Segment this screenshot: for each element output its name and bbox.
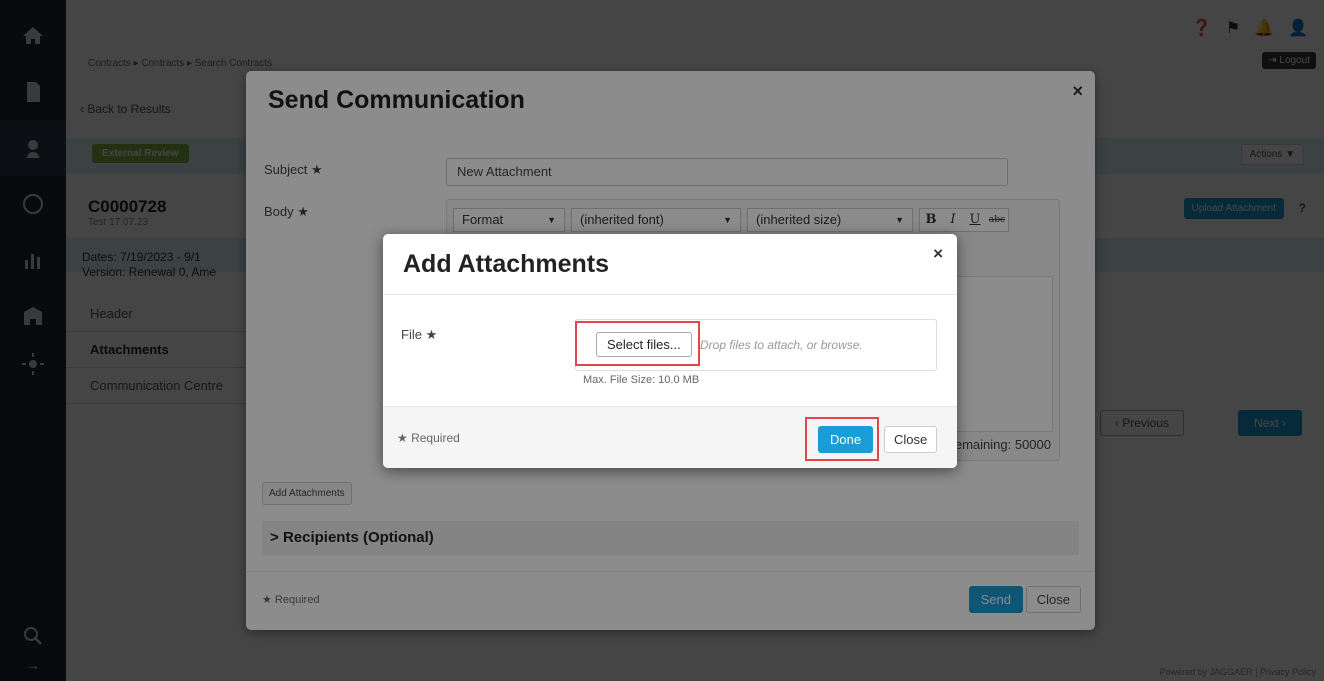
drop-hint: Drop files to attach, or browse. <box>700 338 863 352</box>
add-attachments-modal: Add Attachments × File ★ Select files...… <box>383 234 957 468</box>
divider <box>383 294 957 295</box>
required-star-icon: ★ <box>425 327 438 342</box>
attach-modal-title: Add Attachments <box>403 250 610 278</box>
attach-modal-close-icon[interactable]: × <box>933 244 943 264</box>
attach-modal-footer: ★ Required Done Close <box>383 406 957 468</box>
attach-close-button[interactable]: Close <box>884 426 938 453</box>
highlight-box <box>575 321 700 366</box>
required-note: ★ Required <box>397 431 460 445</box>
required-star-icon: ★ <box>397 431 412 445</box>
required-note-text: Required <box>411 431 460 445</box>
file-label-text: File <box>401 327 422 342</box>
max-file-size: Max. File Size: 10.0 MB <box>583 374 700 386</box>
highlight-box <box>805 417 879 461</box>
file-label: File ★ <box>401 327 437 343</box>
